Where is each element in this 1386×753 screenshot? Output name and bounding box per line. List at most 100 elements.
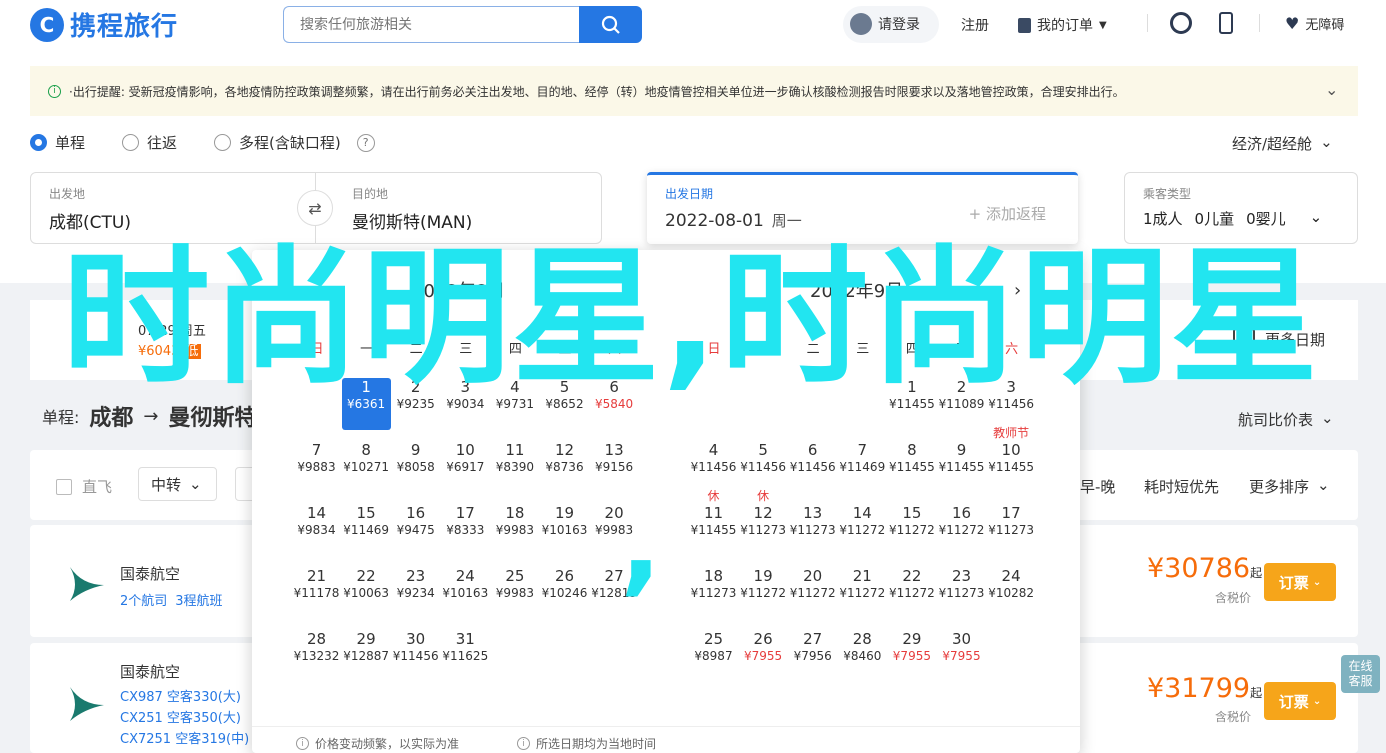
day-price: ¥11272 [888, 586, 935, 600]
day-price: ¥11469 [839, 460, 886, 474]
flight-leg[interactable]: CX7251 空客319(中) [120, 728, 249, 747]
calendar-day[interactable]: 13 ¥11273 [788, 504, 837, 556]
calendar-day[interactable]: 30 ¥7955 [937, 630, 986, 682]
calendar-day[interactable]: 6 ¥11456 [788, 441, 837, 493]
radio-one-way[interactable]: 单程 [30, 132, 85, 153]
radio-multi[interactable]: 多程(含缺口程) ? [214, 132, 375, 153]
calendar-day[interactable]: 20 ¥11272 [788, 567, 837, 619]
calendar-day[interactable]: 18 ¥9983 [490, 504, 539, 556]
day-number: 4 [708, 441, 719, 459]
calendar-day[interactable]: 9 ¥8058 [391, 441, 440, 493]
ctrip-logo[interactable]: C 携程旅行 [30, 6, 178, 43]
search-button[interactable] [579, 6, 642, 43]
accessibility-link[interactable]: ♥ 无障碍 [1285, 14, 1344, 33]
my-orders-menu[interactable]: 我的订单 ▼ [1018, 15, 1107, 35]
chevron-down-icon: ⌄ [1309, 208, 1323, 226]
chevron-down-icon: ⌄ [1312, 695, 1322, 707]
calendar-day[interactable]: 17 ¥8333 [441, 504, 490, 556]
airline-compare-link[interactable]: 航司比价表 ⌄ [1238, 409, 1334, 430]
calendar-day[interactable]: 22 ¥11272 [887, 567, 936, 619]
calendar-day[interactable]: 11 ¥8390 [490, 441, 539, 493]
calendar-day[interactable]: 26 ¥7955 [739, 630, 788, 682]
calendar-day[interactable]: 21 ¥11178 [292, 567, 341, 619]
calendar-day[interactable]: 21 ¥11272 [838, 567, 887, 619]
calendar-day[interactable]: 27 ¥7956 [788, 630, 837, 682]
radio-round-trip[interactable]: 往返 [122, 132, 177, 153]
book-button[interactable]: 订票 ⌄ [1264, 563, 1336, 601]
chevron-down-icon[interactable]: ⌄ [1325, 80, 1338, 99]
radio-off-icon [122, 134, 139, 151]
day-price: ¥9156 [595, 460, 634, 474]
calendar-day[interactable]: 14 ¥11272 [838, 504, 887, 556]
calendar-day[interactable]: 8 ¥10271 [342, 441, 391, 493]
cathay-logo-icon [70, 687, 104, 721]
tax-note: 含税价 [1215, 710, 1252, 724]
airline-count-link[interactable]: 2个航司 [120, 590, 167, 609]
calendar-day[interactable]: 4 ¥11456 [689, 441, 738, 493]
calendar-day[interactable]: 25 ¥8987 [689, 630, 738, 682]
calendar-day[interactable]: 22 ¥10063 [342, 567, 391, 619]
calendar-day[interactable]: 5 ¥11456 [739, 441, 788, 493]
leg-count-link[interactable]: 3程航班 [175, 590, 222, 609]
calendar-day[interactable]: 12 ¥8736 [540, 441, 589, 493]
calendar-day[interactable]: 25 ¥9983 [490, 567, 539, 619]
calendar-day[interactable]: 24 ¥10163 [441, 567, 490, 619]
calendar-day[interactable]: 29 ¥7955 [887, 630, 936, 682]
route-label: 单程: [42, 408, 80, 427]
search-input[interactable] [283, 6, 579, 43]
online-service-button[interactable]: 在线 客服 [1341, 655, 1380, 693]
more-sort-menu[interactable]: 更多排序 ⌄ [1249, 476, 1330, 497]
transfer-label: 中转 [151, 475, 182, 494]
flight-leg[interactable]: CX251 空客350(大) [120, 707, 241, 726]
cabin-select[interactable]: 经济/超经舱 ⌄ [1232, 133, 1333, 154]
customer-service-icon[interactable] [1170, 12, 1192, 34]
calendar-day[interactable]: 7 ¥9883 [292, 441, 341, 493]
calendar-day[interactable]: 23 ¥11273 [937, 567, 986, 619]
calendar-day[interactable]: 10 ¥6917 [441, 441, 490, 493]
day-number: 18 [505, 504, 525, 522]
calendar-day[interactable]: 16 ¥11272 [937, 504, 986, 556]
sort-early-late[interactable]: 早-晚 [1080, 476, 1115, 497]
calendar-day[interactable]: 26 ¥10246 [540, 567, 589, 619]
calendar-day[interactable]: 8 ¥11455 [887, 441, 936, 493]
help-icon[interactable]: ? [356, 133, 375, 152]
swap-button[interactable]: ⇄ [297, 190, 333, 226]
calendar-day[interactable]: 9 ¥11455 [937, 441, 986, 493]
day-number: 27 [803, 630, 823, 648]
calendar-day[interactable]: 28 ¥8460 [838, 630, 887, 682]
day-price: ¥9234 [396, 586, 435, 600]
calendar-day[interactable]: 14 ¥9834 [292, 504, 341, 556]
calendar-day[interactable]: 30 ¥11456 [391, 630, 440, 682]
day-number: 20 [803, 567, 823, 585]
sort-shortest[interactable]: 耗时短优先 [1144, 476, 1219, 497]
transfer-filter[interactable]: 中转 ⌄ [138, 467, 217, 501]
calendar-day[interactable]: 28 ¥13232 [292, 630, 341, 682]
flight-leg[interactable]: CX987 空客330(大) [120, 686, 241, 705]
day-number: 13 [604, 441, 624, 459]
header-divider [1259, 14, 1260, 32]
calendar-day[interactable]: 29 ¥12887 [342, 630, 391, 682]
calendar-day[interactable]: 24 ¥10282 [987, 567, 1036, 619]
calendar-day[interactable]: 19 ¥10163 [540, 504, 589, 556]
mobile-app-icon[interactable] [1219, 12, 1233, 34]
direct-checkbox[interactable]: 直飞 [56, 476, 112, 497]
cathay-logo-icon [70, 567, 104, 601]
calendar-day[interactable]: 15 ¥11469 [342, 504, 391, 556]
calendar-day[interactable]: 19 ¥11272 [739, 567, 788, 619]
from-label: 出发地 [49, 187, 86, 201]
calendar-day[interactable]: 休 12 ¥11273 [739, 489, 788, 556]
calendar-day[interactable]: 17 ¥11273 [987, 504, 1036, 556]
calendar-day[interactable]: 18 ¥11273 [689, 567, 738, 619]
calendar-day[interactable]: 16 ¥9475 [391, 504, 440, 556]
add-return-link[interactable]: + 添加返程 [969, 203, 1046, 224]
calendar-day[interactable]: 23 ¥9234 [391, 567, 440, 619]
register-link[interactable]: 注册 [961, 15, 989, 35]
calendar-day[interactable]: 教师节 10 ¥11455 [987, 426, 1036, 493]
calendar-day[interactable]: 休 11 ¥11455 [689, 489, 738, 556]
login-link[interactable]: 请登录 [850, 13, 920, 35]
calendar-day[interactable]: 15 ¥11272 [887, 504, 936, 556]
book-button[interactable]: 订票 ⌄ [1264, 682, 1336, 720]
calendar-day[interactable]: 31 ¥11625 [441, 630, 490, 682]
calendar-day[interactable]: 7 ¥11469 [838, 441, 887, 493]
pax-label: 乘客类型 [1143, 187, 1192, 201]
